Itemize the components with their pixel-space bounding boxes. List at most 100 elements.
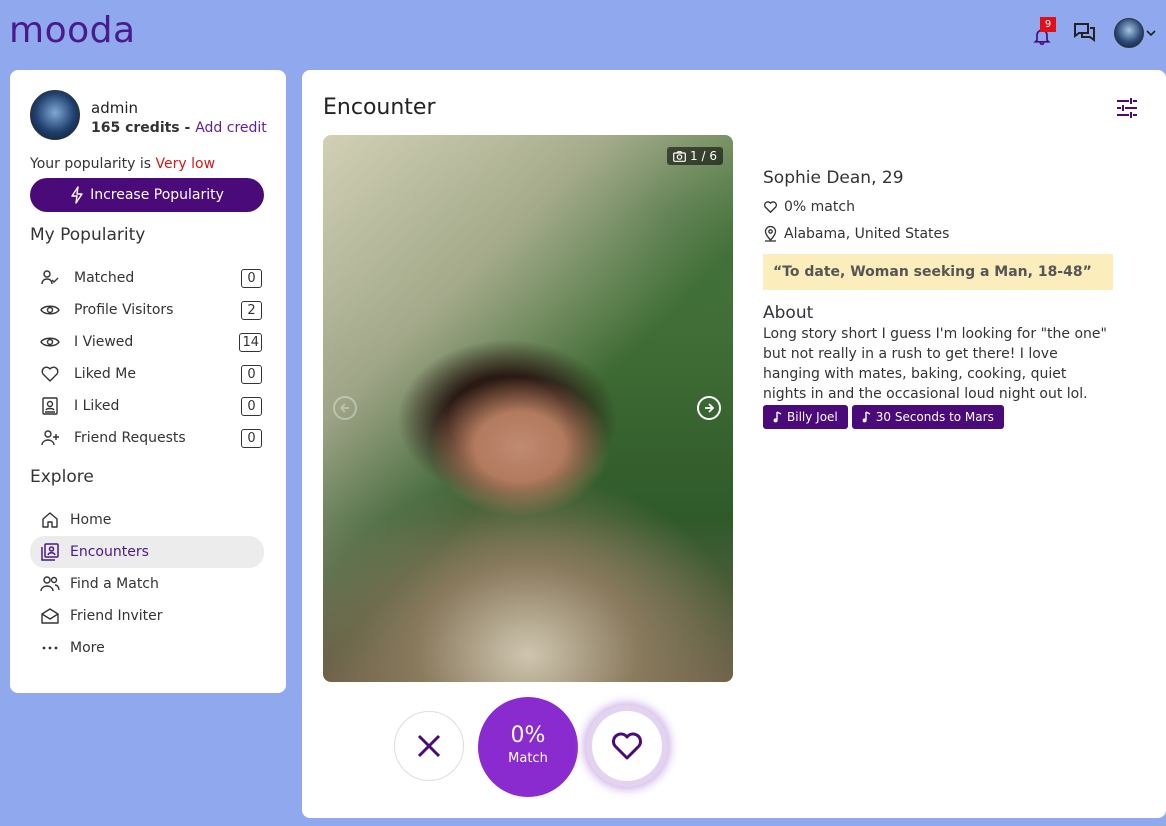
sidebar: admin 165 credits - Add credit Your popu… — [10, 70, 286, 693]
match-label: Match — [508, 751, 548, 766]
heart-icon — [764, 201, 777, 213]
avatar — [1114, 18, 1144, 48]
music-note-icon — [862, 411, 871, 423]
location-pin-icon — [764, 226, 777, 242]
dislike-button[interactable] — [394, 711, 464, 781]
home-icon — [40, 510, 60, 530]
popularity-item-friend-requests[interactable]: Friend Requests 0 — [40, 422, 262, 454]
encounters-icon — [40, 542, 60, 562]
nav-item-more[interactable]: More — [30, 632, 264, 664]
popularity-item-count: 14 — [239, 332, 262, 352]
add-credit-link[interactable]: Add credit — [195, 120, 267, 136]
nav-item-friend-inviter[interactable]: Friend Inviter — [30, 600, 264, 632]
notifications-button[interactable]: 9 — [1032, 17, 1056, 47]
popularity-list: Matched 0 Profile Visitors 2 I Viewed 14… — [40, 262, 262, 454]
popularity-item-count: 2 — [241, 300, 262, 320]
chevron-down-icon — [1146, 30, 1156, 37]
user-summary: admin 165 credits - Add credit — [30, 90, 267, 140]
explore-nav: Home Encounters Find a Match Friend Invi… — [30, 504, 264, 664]
music-tag[interactable]: Billy Joel — [763, 405, 848, 429]
user-check-icon — [40, 268, 60, 288]
user-plus-icon — [40, 428, 60, 448]
camera-icon — [673, 150, 686, 162]
increase-popularity-button[interactable]: Increase Popularity — [30, 178, 264, 212]
music-tag-label: Billy Joel — [787, 410, 838, 424]
popularity-item-matched[interactable]: Matched 0 — [40, 262, 262, 294]
popularity-item-i-liked[interactable]: I Liked 0 — [40, 390, 262, 422]
nav-item-label: Find a Match — [70, 576, 159, 592]
eye-icon — [40, 300, 60, 320]
more-dots-icon — [40, 638, 60, 658]
popularity-item-label: I Liked — [74, 398, 120, 414]
popularity-item-label: I Viewed — [74, 334, 134, 350]
chat-icon[interactable] — [1072, 22, 1096, 44]
account-menu[interactable] — [1114, 18, 1156, 48]
music-tags: Billy Joel 30 Seconds to Mars — [763, 405, 1123, 429]
photo-counter: 1 / 6 — [667, 147, 723, 165]
music-tag-label: 30 Seconds to Mars — [875, 410, 994, 424]
popularity-item-label: Matched — [74, 270, 135, 286]
profile-photo[interactable]: 1 / 6 — [323, 135, 733, 682]
eye-icon — [40, 332, 60, 352]
nav-item-label: More — [70, 640, 105, 656]
location-info: Alabama, United States — [763, 226, 1123, 242]
credits-separator: - — [179, 120, 196, 136]
filter-sliders-icon[interactable] — [1116, 97, 1138, 119]
location-text: Alabama, United States — [784, 226, 950, 242]
music-note-icon — [773, 411, 782, 423]
page-title: Encounter — [323, 95, 436, 120]
like-button[interactable] — [592, 711, 662, 781]
popularity-item-label: Profile Visitors — [74, 302, 174, 318]
nav-item-label: Home — [70, 512, 112, 528]
popularity-item-profile-visitors[interactable]: Profile Visitors 2 — [40, 294, 262, 326]
lightning-icon — [71, 186, 83, 204]
user-name: admin — [91, 99, 138, 117]
credits-count: 165 credits — [91, 120, 180, 136]
match-percent: 0% — [510, 723, 546, 748]
nav-item-find-a-match[interactable]: Find a Match — [30, 568, 264, 600]
encounter-actions: 0% Match — [394, 697, 664, 797]
profile-card-icon — [40, 396, 60, 416]
popularity-item-count: 0 — [241, 268, 262, 288]
explore-heading: Explore — [30, 467, 94, 487]
arrow-right-icon — [705, 403, 715, 413]
top-toolbar: 9 — [1032, 17, 1156, 48]
match-info: 0% match — [763, 199, 1123, 215]
heart-icon — [40, 364, 60, 384]
match-text: 0% match — [784, 199, 855, 215]
popularity-item-count: 0 — [241, 364, 262, 384]
popularity-item-liked-me[interactable]: Liked Me 0 — [40, 358, 262, 390]
popularity-item-i-viewed[interactable]: I Viewed 14 — [40, 326, 262, 358]
about-heading: About — [763, 303, 814, 323]
nav-item-label: Friend Inviter — [70, 608, 163, 624]
nav-item-home[interactable]: Home — [30, 504, 264, 536]
heart-icon — [612, 732, 642, 760]
envelope-icon — [40, 606, 60, 626]
popularity-item-label: Liked Me — [74, 366, 136, 382]
popularity-item-count: 0 — [241, 396, 262, 416]
users-icon — [40, 574, 60, 594]
music-tag[interactable]: 30 Seconds to Mars — [851, 405, 1004, 429]
popularity-status: Your popularity is Very low — [30, 156, 215, 172]
notification-badge: 9 — [1040, 17, 1056, 32]
my-popularity-heading: My Popularity — [30, 225, 146, 245]
match-score-button[interactable]: 0% Match — [478, 697, 578, 797]
nav-item-label: Encounters — [70, 544, 149, 560]
user-avatar[interactable] — [30, 90, 80, 140]
popularity-item-label: Friend Requests — [74, 430, 186, 446]
popularity-item-count: 0 — [241, 428, 262, 448]
nav-item-encounters[interactable]: Encounters — [30, 536, 264, 568]
arrow-left-icon — [339, 403, 349, 413]
credits-line: 165 credits - Add credit — [91, 120, 267, 136]
encounter-panel: Encounter 1 / 6 Sophie Dean, 29 0% match… — [302, 70, 1166, 818]
about-text: Long story short I guess I'm looking for… — [763, 326, 1107, 402]
close-icon — [417, 734, 441, 758]
increase-popularity-label: Increase Popularity — [90, 187, 224, 203]
logo[interactable]: mooda — [9, 10, 136, 51]
profile-name: Sophie Dean, 29 — [763, 168, 904, 188]
next-photo-button[interactable] — [697, 396, 721, 420]
photo-counter-text: 1 / 6 — [690, 149, 717, 163]
previous-photo-button[interactable] — [333, 396, 357, 420]
popularity-prefix: Your popularity is — [30, 156, 156, 172]
seeking-quote: “To date, Woman seeking a Man, 18-48” — [763, 254, 1113, 290]
